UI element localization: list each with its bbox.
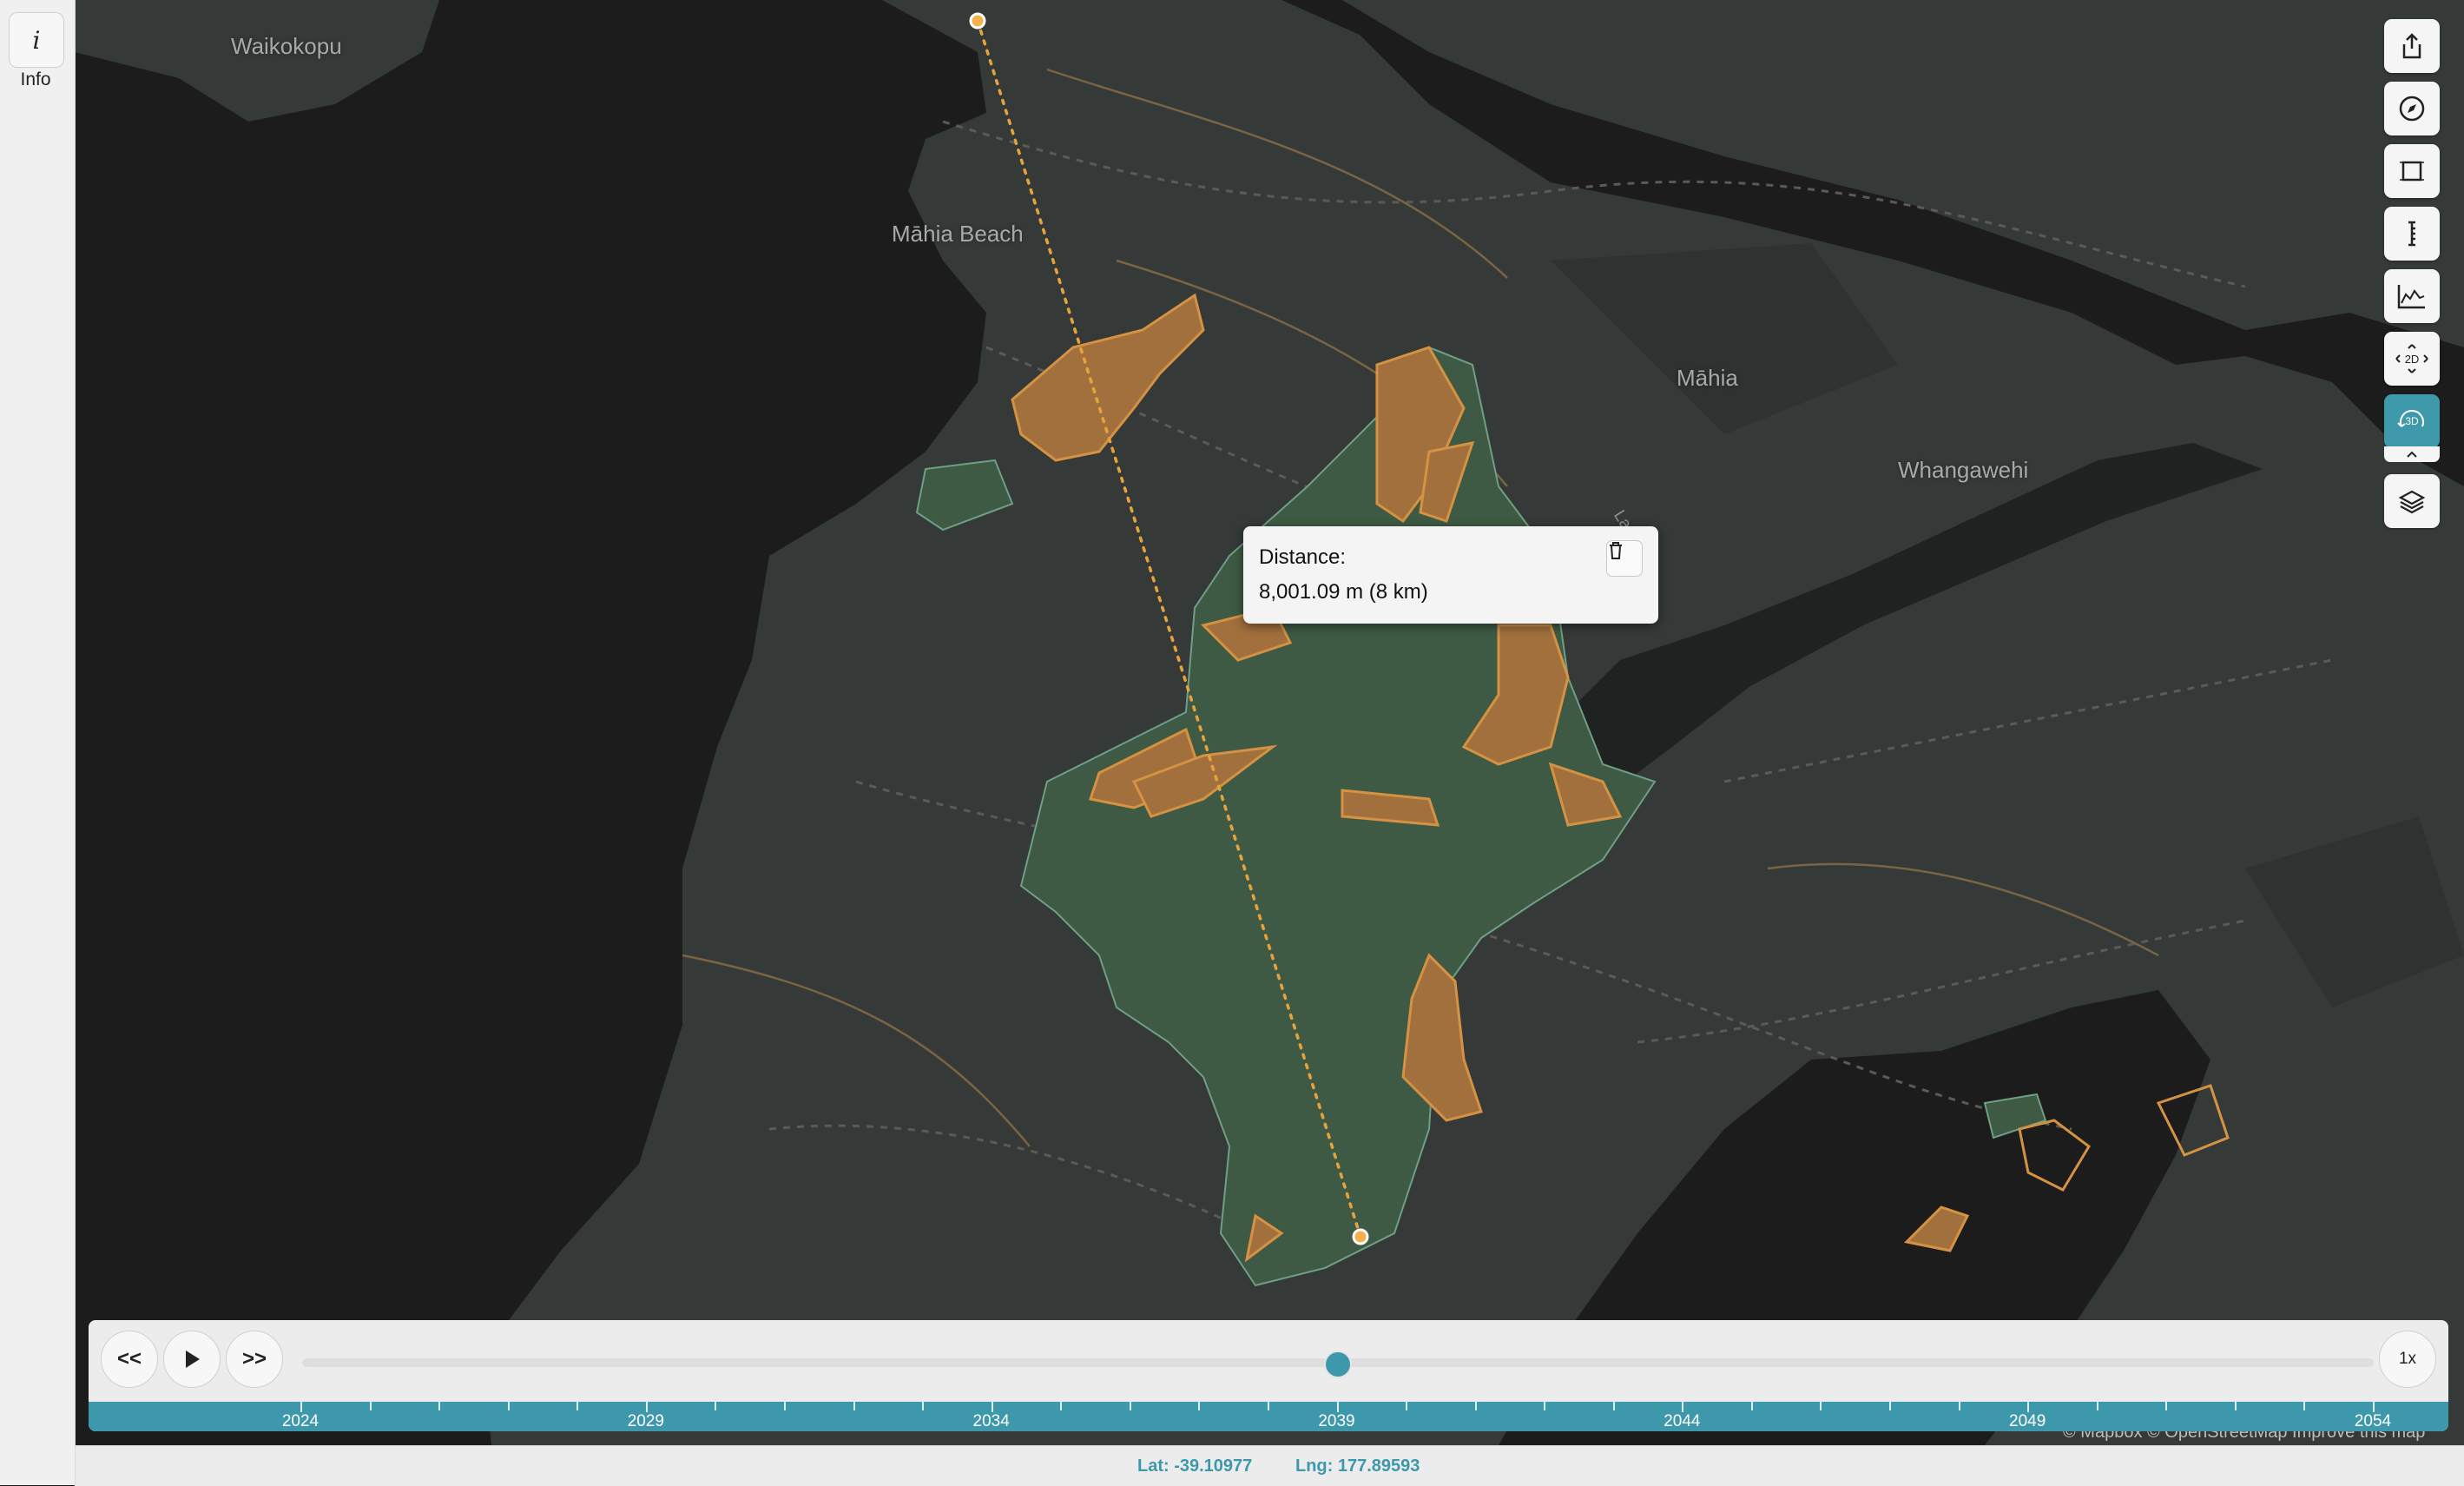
timeline-thumb[interactable] bbox=[1324, 1351, 1352, 1378]
elevation-profile-button[interactable] bbox=[2384, 269, 2440, 323]
timeline-tick bbox=[1474, 1402, 1477, 1410]
timeline-tick bbox=[1336, 1402, 1339, 1412]
chevron-up-icon bbox=[2407, 451, 2417, 458]
timeline-year-label: 2049 bbox=[2009, 1412, 2046, 1430]
timeline-tick bbox=[991, 1402, 993, 1412]
timeline-tick bbox=[645, 1402, 648, 1412]
land-north-west bbox=[75, 0, 439, 122]
timeline-tick bbox=[1612, 1402, 1615, 1410]
timeline-tick bbox=[1060, 1402, 1063, 1410]
step-forward-button[interactable]: >> bbox=[226, 1331, 283, 1388]
timeline-tick bbox=[2234, 1402, 2237, 1410]
timeline-bar: << >> 1x 2024 2029 2034 2039 2044 2049 2054 bbox=[89, 1320, 2448, 1431]
collapse-controls-button[interactable] bbox=[2384, 446, 2440, 462]
delete-measurement-button[interactable] bbox=[1606, 540, 1643, 577]
timeline-axis: 2024 2029 2034 2039 2044 2049 2054 bbox=[89, 1402, 2448, 1431]
share-icon bbox=[2402, 33, 2421, 59]
distance-popup: Distance: 8,001.09 m (8 km) bbox=[1243, 526, 1658, 624]
info-button[interactable]: i bbox=[9, 12, 64, 68]
timeline-tick bbox=[1406, 1402, 1408, 1410]
timeline-tick bbox=[369, 1402, 372, 1410]
view-3d-button[interactable]: 3D bbox=[2384, 394, 2440, 448]
place-label-mahia-beach: Māhia Beach bbox=[892, 221, 1024, 247]
timeline-tick bbox=[1682, 1402, 1684, 1412]
distance-value: 8,001.09 m (8 km) bbox=[1259, 580, 1428, 604]
timeline-year-label: 2029 bbox=[627, 1412, 664, 1430]
elevation-icon bbox=[2397, 285, 2425, 309]
timeline-tick bbox=[2096, 1402, 2098, 1410]
timeline-tick bbox=[1889, 1402, 1892, 1410]
timeline-year-label: 2044 bbox=[1664, 1412, 1701, 1430]
timeline-tick bbox=[300, 1402, 302, 1412]
timeline-tick bbox=[2165, 1402, 2168, 1410]
ruler-icon bbox=[2408, 221, 2415, 247]
2d-label: 2D bbox=[2405, 353, 2420, 366]
timeline-tick bbox=[1820, 1402, 1822, 1410]
timeline-tick bbox=[783, 1402, 786, 1410]
play-button[interactable] bbox=[163, 1331, 221, 1388]
timeline-tick bbox=[922, 1402, 925, 1410]
layers-button[interactable] bbox=[2384, 474, 2440, 528]
compass-icon bbox=[2399, 96, 2425, 122]
timeline-tick bbox=[2373, 1402, 2375, 1412]
timeline-year-label: 2039 bbox=[1318, 1412, 1355, 1430]
timeline-track[interactable] bbox=[302, 1351, 2374, 1378]
timeline-year-label: 2054 bbox=[2354, 1412, 2392, 1430]
place-label-whangawehi: Whangawehi bbox=[1898, 457, 2029, 483]
timeline-tick bbox=[1129, 1402, 1131, 1410]
timeline-tick bbox=[1958, 1402, 1960, 1410]
status-bar: Lat: -39.10977 Lng: 177.89593 bbox=[75, 1445, 2464, 1486]
timeline-tick bbox=[1267, 1402, 1269, 1410]
info-label: Info bbox=[20, 69, 51, 89]
timeline-year-label: 2024 bbox=[281, 1412, 320, 1430]
longitude-readout: Lng: 177.89593 bbox=[1295, 1456, 1420, 1476]
timeline-tick bbox=[2027, 1402, 2030, 1412]
timeline-tick bbox=[507, 1402, 510, 1410]
compass-button[interactable] bbox=[2384, 82, 2440, 135]
timeline-tick bbox=[438, 1402, 441, 1410]
area-icon bbox=[2400, 161, 2424, 182]
map-controls: 2D 3D bbox=[2384, 19, 2443, 537]
place-label-mahia: Māhia bbox=[1677, 365, 1738, 391]
view-2d-button[interactable]: 2D bbox=[2384, 332, 2440, 386]
map-terrain bbox=[75, 0, 2464, 1445]
latitude-readout: Lat: -39.10977 bbox=[1137, 1456, 1253, 1476]
speed-button[interactable]: 1x bbox=[2379, 1331, 2436, 1388]
area-measure-button[interactable] bbox=[2384, 144, 2440, 198]
place-label-waikokopu: Waikokopu bbox=[231, 33, 342, 59]
trash-icon bbox=[1610, 542, 1622, 559]
layers-icon bbox=[2398, 490, 2426, 514]
2d-icon: 2D bbox=[2395, 344, 2428, 373]
timeline-tick bbox=[715, 1402, 717, 1410]
info-sidebar: i Info bbox=[0, 0, 76, 1485]
share-button[interactable] bbox=[2384, 19, 2440, 73]
timeline-tick bbox=[2303, 1402, 2306, 1410]
3d-label: 3D bbox=[2405, 415, 2419, 427]
measure-start-point bbox=[969, 12, 986, 30]
timeline-tick bbox=[576, 1402, 579, 1410]
measure-end-point bbox=[1352, 1228, 1369, 1245]
ruler-button[interactable] bbox=[2384, 207, 2440, 261]
timeline-tick bbox=[853, 1402, 855, 1410]
step-back-button[interactable]: << bbox=[101, 1331, 158, 1388]
timeline-tick bbox=[1750, 1402, 1753, 1410]
map-canvas[interactable]: Waikokopu Māhia Beach Māhia Whangawehi L… bbox=[75, 0, 2464, 1445]
distance-label: Distance: bbox=[1259, 545, 1347, 569]
timeline-tick bbox=[1544, 1402, 1546, 1410]
forest-patch bbox=[1983, 1093, 2047, 1139]
play-icon bbox=[186, 1351, 200, 1368]
timeline-year-label: 2034 bbox=[972, 1412, 1010, 1430]
3d-icon: 3D bbox=[2397, 410, 2424, 427]
timeline-tick bbox=[1198, 1402, 1201, 1410]
